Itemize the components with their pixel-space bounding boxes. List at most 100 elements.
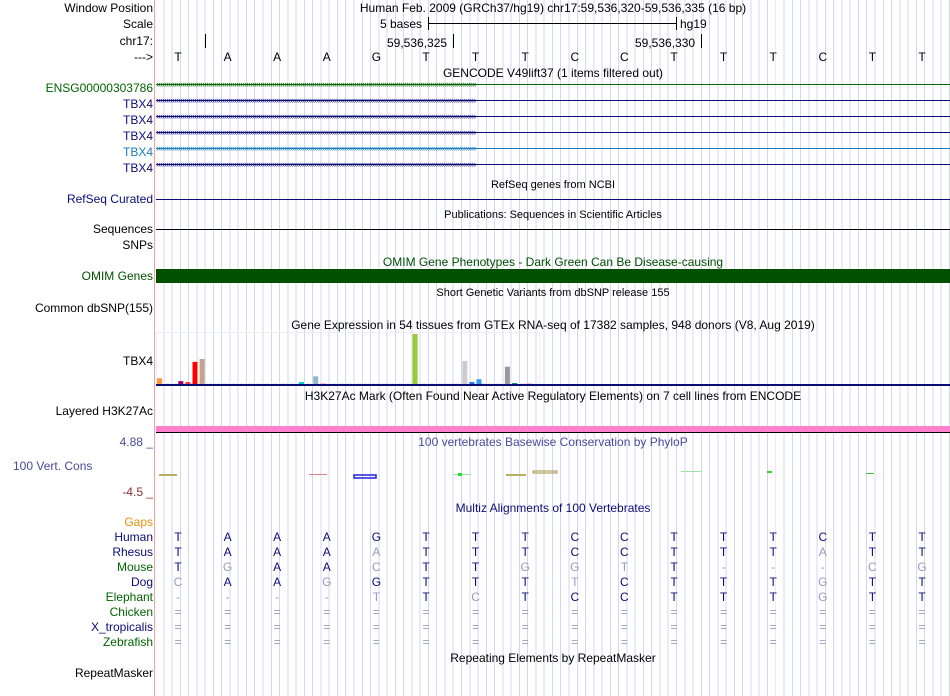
gene-label[interactable]: ENSG00000303786 xyxy=(46,81,153,95)
gene-feature-minus[interactable]: ‹‹‹‹‹‹‹‹‹‹‹‹‹‹‹‹‹‹‹‹‹‹‹‹‹‹‹‹‹‹‹‹‹‹‹‹‹‹‹‹… xyxy=(156,80,950,89)
aligned-base: A xyxy=(322,530,331,544)
aligned-base: - xyxy=(225,590,230,604)
aligned-base: = xyxy=(868,635,876,649)
aligned-base: = xyxy=(224,620,232,634)
omim-title: OMIM Gene Phenotypes - Dark Green Can Be… xyxy=(382,255,724,269)
species-label: Zebrafish xyxy=(102,635,153,649)
gene-feature-plus[interactable]: ››››››››››››››››››››››››››››››››››››››››… xyxy=(156,112,950,121)
sequence-base: T xyxy=(918,50,926,64)
aligned-base: A xyxy=(322,545,331,559)
ruler-tick xyxy=(205,34,206,48)
aligned-base: = xyxy=(372,635,380,649)
gene-label[interactable]: TBX4 xyxy=(123,145,153,159)
aligned-base: C xyxy=(620,530,629,544)
gene-label[interactable]: TBX4 xyxy=(123,113,153,127)
snps-label[interactable]: SNPs xyxy=(122,238,153,252)
gene-label[interactable]: TBX4 xyxy=(123,97,153,111)
gene-label[interactable]: TBX4 xyxy=(123,161,153,175)
aligned-base: T xyxy=(174,545,182,559)
aligned-base: T xyxy=(521,590,529,604)
strand-arrows-icon: ››››››››››››››››››››››››››››››››››››››››… xyxy=(156,95,477,105)
aligned-base: = xyxy=(323,620,331,634)
gene-feature-plus[interactable]: ››››››››››››››››››››››››››››››››››››››››… xyxy=(156,128,950,137)
scale-label: Scale xyxy=(122,17,153,31)
aligned-base: C xyxy=(620,545,629,559)
aligned-base: T xyxy=(571,575,579,589)
aligned-base: T xyxy=(620,560,629,574)
aligned-base: T xyxy=(918,530,926,544)
aligned-base: G xyxy=(371,530,382,544)
sequence-base: C xyxy=(570,50,580,64)
refseq-line[interactable] xyxy=(156,199,950,200)
aligned-base: = xyxy=(769,635,777,649)
sequence-base: T xyxy=(670,50,678,64)
phylop-label[interactable]: 100 Vert. Cons xyxy=(13,459,92,473)
position-text: Human Feb. 2009 (GRCh37/hg19) chr17:59,5… xyxy=(359,1,747,15)
aligned-base: = xyxy=(521,620,529,634)
gtex-tissue-bar[interactable] xyxy=(412,334,418,384)
aligned-base: = xyxy=(720,635,728,649)
aligned-base: - xyxy=(176,590,180,604)
publications-label[interactable]: Sequences xyxy=(93,222,153,236)
aligned-base: C xyxy=(173,575,183,589)
aligned-base: = xyxy=(620,605,628,619)
publications-line[interactable] xyxy=(156,229,950,230)
genome-browser-image[interactable]: Window Position Human Feb. 2009 (GRCh37/… xyxy=(0,0,950,696)
gtex-tissue-bar[interactable] xyxy=(504,366,510,384)
gtex-tissue-bar[interactable] xyxy=(192,361,198,384)
aligned-base: T xyxy=(769,590,777,604)
refseq-label[interactable]: RefSeq Curated xyxy=(67,192,153,206)
aligned-base: T xyxy=(422,590,430,604)
h3k27ac-label[interactable]: Layered H3K27Ac xyxy=(56,404,153,418)
gene-feature-plus[interactable]: ››››››››››››››››››››››››››››››››››››››››… xyxy=(156,160,950,169)
gene-feature-plus[interactable]: ››››››››››››››››››››››››››››››››››››››››… xyxy=(156,144,950,153)
gtex-baseline xyxy=(156,384,950,386)
aligned-base: T xyxy=(769,575,777,589)
aligned-base: T xyxy=(521,530,529,544)
omim-label[interactable]: OMIM Genes xyxy=(82,269,153,283)
aligned-base: = xyxy=(571,620,579,634)
aligned-base: A xyxy=(273,575,282,589)
sequence-base: T xyxy=(769,50,777,64)
phylop-ymax: 4.88 _ xyxy=(119,435,153,449)
ruler-tick-label: 59,536,325 xyxy=(387,36,448,50)
aligned-base: = xyxy=(224,635,232,649)
repeatmasker-label[interactable]: RepeatMasker xyxy=(75,666,153,680)
sequence-base: T xyxy=(868,50,877,64)
ruler-tick xyxy=(701,34,702,48)
label-divider xyxy=(154,0,155,696)
phylop-signal xyxy=(159,470,874,479)
gene-feature-plus[interactable]: ››››››››››››››››››››››››››››››››››››››››… xyxy=(156,96,950,105)
assembly-label: hg19 xyxy=(680,17,707,31)
aligned-base: = xyxy=(670,605,678,619)
aligned-base: - xyxy=(771,560,776,574)
refseq-title: RefSeq genes from NCBI xyxy=(490,179,616,191)
aligned-base: = xyxy=(422,620,430,634)
aligned-base: G xyxy=(818,575,828,589)
sequence-base: T xyxy=(521,50,529,64)
gene-label[interactable]: TBX4 xyxy=(123,129,153,143)
aligned-base: = xyxy=(521,605,529,619)
gtex-tissue-bar[interactable] xyxy=(313,376,319,384)
strand-arrows-icon: ››››››››››››››››››››››››››››››››››››››››… xyxy=(156,143,477,153)
omim-bar[interactable] xyxy=(156,269,950,283)
dbsnp-label[interactable]: Common dbSNP(155) xyxy=(35,301,153,315)
aligned-base: A xyxy=(273,530,282,544)
gtex-label[interactable]: TBX4 xyxy=(123,354,153,368)
phylop-ymin: -4.5 _ xyxy=(122,485,153,499)
gtex-tissue-bar[interactable] xyxy=(462,360,468,384)
aligned-base: = xyxy=(273,605,281,619)
aligned-base: T xyxy=(670,590,678,604)
aligned-base: C xyxy=(868,560,877,574)
aligned-base: T xyxy=(174,530,182,544)
aligned-base: A xyxy=(273,560,282,574)
gtex-tissue-bar[interactable] xyxy=(199,359,205,384)
strand-arrows-icon: ‹‹‹‹‹‹‹‹‹‹‹‹‹‹‹‹‹‹‹‹‹‹‹‹‹‹‹‹‹‹‹‹‹‹‹‹‹‹‹‹… xyxy=(156,79,477,89)
gtex-chart[interactable] xyxy=(156,330,546,386)
aligned-base: A xyxy=(818,545,827,559)
aligned-base: - xyxy=(820,560,825,574)
aligned-base: G xyxy=(818,590,828,604)
scale-tick xyxy=(428,17,429,30)
aligned-base: A xyxy=(223,575,232,589)
species-label: Rhesus xyxy=(112,545,153,559)
